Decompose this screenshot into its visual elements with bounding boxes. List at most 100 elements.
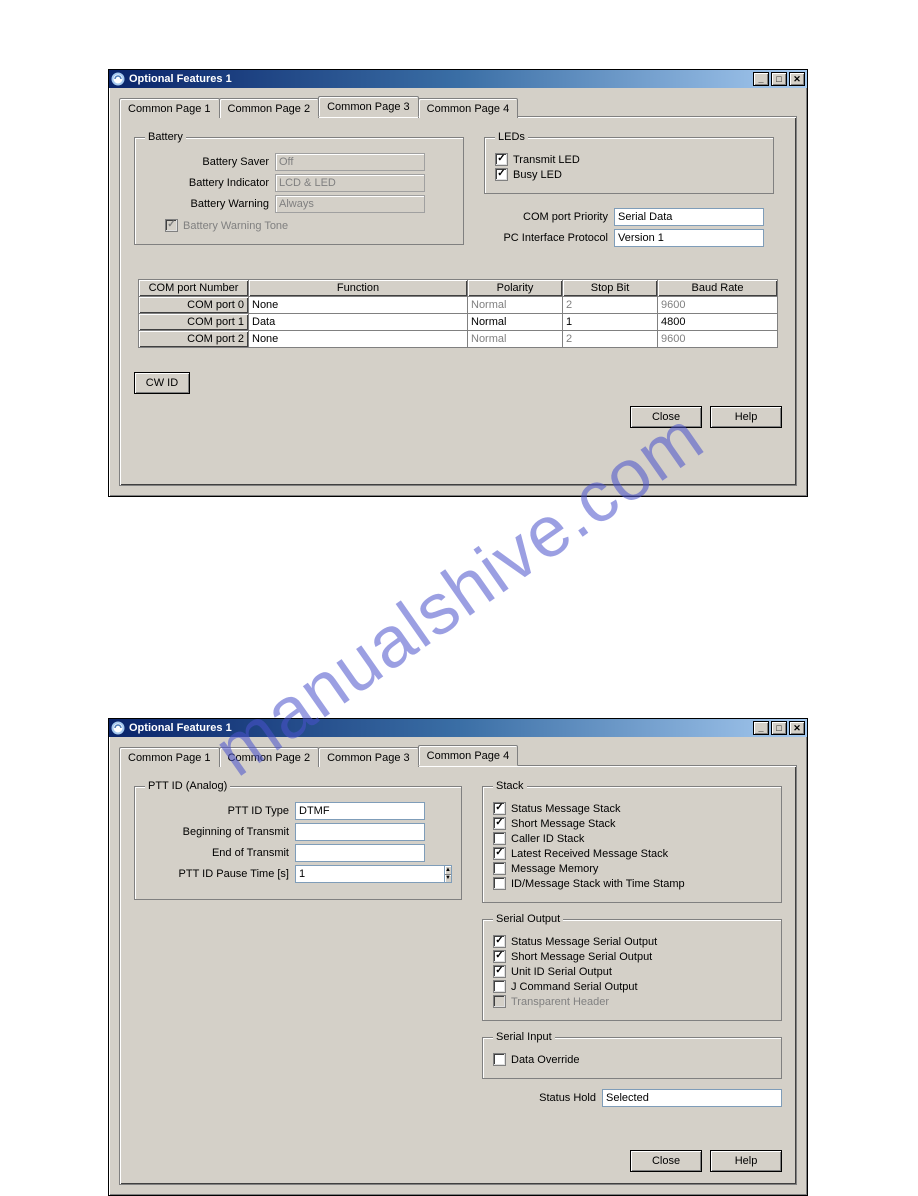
close-button[interactable]: Close [630,406,702,428]
spin-up-icon[interactable]: ▲ [445,866,451,875]
status-hold-field[interactable] [602,1089,782,1107]
serial-output-item-label-2: Unit ID Serial Output [511,966,612,978]
stack-item-checkbox-1[interactable]: Short Message Stack [493,817,771,830]
table-row: COM port 1DataNormal14800 [139,314,778,331]
cell-baud-rate: 9600 [658,297,778,314]
group-leds-legend: LEDs [495,131,528,143]
serial-output-item-checkbox-4: Transparent Header [493,995,771,1008]
stack-item-label-1: Short Message Stack [511,818,616,830]
app-icon [111,721,125,735]
battery-warning-field [275,195,425,213]
group-serial-output: Serial Output Status Message Serial Outp… [482,913,782,1021]
serial-output-item-checkbox-0[interactable]: Status Message Serial Output [493,935,771,948]
ptt-id-type-field[interactable] [295,802,425,820]
beginning-of-transmit-field[interactable] [295,823,425,841]
group-ptt-id: PTT ID (Analog) PTT ID Type Beginning of… [134,780,462,900]
stack-item-label-2: Caller ID Stack [511,833,584,845]
battery-indicator-field [275,174,425,192]
cell-stop-bit[interactable]: 1 [563,314,658,331]
serial-output-item-checkbox-1[interactable]: Short Message Serial Output [493,950,771,963]
end-of-transmit-field[interactable] [295,844,425,862]
group-serial-input: Serial Input Data Override [482,1031,782,1079]
com-port-priority-label: COM port Priority [484,211,614,223]
group-stack: Stack Status Message StackShort Message … [482,780,782,903]
stack-item-checkbox-2[interactable]: Caller ID Stack [493,832,771,845]
close-window-button[interactable]: ✕ [789,72,805,86]
cell-function[interactable]: None [249,331,468,348]
window-optional-features-1: Optional Features 1 _ □ ✕ Common Page 1 … [108,69,808,497]
battery-saver-label: Battery Saver [145,156,275,168]
battery-warning-tone-label: Battery Warning Tone [183,220,288,232]
battery-warning-label: Battery Warning [145,198,275,210]
cell-baud-rate[interactable]: 4800 [658,314,778,331]
com-port-table: COM port Number Function Polarity Stop B… [138,279,778,348]
battery-warning-tone-checkbox: Battery Warning Tone [165,219,453,232]
data-override-checkbox[interactable]: Data Override [493,1053,771,1066]
serial-output-item-checkbox-3[interactable]: J Command Serial Output [493,980,771,993]
tab-common-page-4[interactable]: Common Page 4 [418,745,519,766]
tab-strip: Common Page 1 Common Page 2 Common Page … [119,96,797,117]
stack-item-label-0: Status Message Stack [511,803,620,815]
tab-common-page-2[interactable]: Common Page 2 [219,747,320,767]
row-header: COM port 2 [139,331,249,348]
busy-led-checkbox[interactable]: Busy LED [495,168,763,181]
transmit-led-checkbox[interactable]: Transmit LED [495,153,763,166]
help-button[interactable]: Help [710,406,782,428]
app-icon [111,72,125,86]
col-polarity: Polarity [468,280,563,297]
ptt-id-pause-time-spinner[interactable]: ▲▼ [295,865,425,883]
status-hold-label: Status Hold [502,1092,602,1104]
battery-indicator-label: Battery Indicator [145,177,275,189]
ptt-id-pause-time-input[interactable] [295,865,444,883]
tab-common-page-2[interactable]: Common Page 2 [219,98,320,118]
stack-item-checkbox-3[interactable]: Latest Received Message Stack [493,847,771,860]
maximize-button[interactable]: □ [771,72,787,86]
row-header: COM port 0 [139,297,249,314]
tab-common-page-1[interactable]: Common Page 1 [119,98,220,118]
cell-baud-rate: 9600 [658,331,778,348]
group-serial-output-legend: Serial Output [493,913,563,925]
serial-output-item-label-4: Transparent Header [511,996,609,1008]
serial-output-item-label-0: Status Message Serial Output [511,936,657,948]
end-of-transmit-label: End of Transmit [145,847,295,859]
stack-item-checkbox-4[interactable]: Message Memory [493,862,771,875]
stack-item-label-4: Message Memory [511,863,598,875]
data-override-label: Data Override [511,1054,579,1066]
minimize-button[interactable]: _ [753,721,769,735]
ptt-id-type-label: PTT ID Type [145,805,295,817]
cell-function[interactable]: None [249,297,468,314]
minimize-button[interactable]: _ [753,72,769,86]
close-window-button[interactable]: ✕ [789,721,805,735]
stack-item-checkbox-0[interactable]: Status Message Stack [493,802,771,815]
cell-function[interactable]: Data [249,314,468,331]
tab-common-page-4[interactable]: Common Page 4 [418,98,519,118]
pc-interface-protocol-field[interactable] [614,229,764,247]
stack-item-checkbox-5[interactable]: ID/Message Stack with Time Stamp [493,877,771,890]
tab-common-page-1[interactable]: Common Page 1 [119,747,220,767]
table-row: COM port 0NoneNormal29600 [139,297,778,314]
serial-output-item-checkbox-2[interactable]: Unit ID Serial Output [493,965,771,978]
col-stop-bit: Stop Bit [563,280,658,297]
tab-panel: PTT ID (Analog) PTT ID Type Beginning of… [119,765,797,1185]
tab-strip: Common Page 1 Common Page 2 Common Page … [119,745,797,766]
row-header: COM port 1 [139,314,249,331]
serial-output-item-label-1: Short Message Serial Output [511,951,652,963]
group-battery-legend: Battery [145,131,186,143]
maximize-button[interactable]: □ [771,721,787,735]
battery-saver-field [275,153,425,171]
beginning-of-transmit-label: Beginning of Transmit [145,826,295,838]
spin-down-icon[interactable]: ▼ [445,875,451,883]
com-port-priority-field[interactable] [614,208,764,226]
window-title: Optional Features 1 [129,73,751,85]
tab-common-page-3[interactable]: Common Page 3 [318,96,419,117]
cell-polarity: Normal [468,331,563,348]
close-button[interactable]: Close [630,1150,702,1172]
window-title: Optional Features 1 [129,722,751,734]
cw-id-button[interactable]: CW ID [134,372,190,394]
table-row: COM port 2NoneNormal29600 [139,331,778,348]
cell-polarity[interactable]: Normal [468,314,563,331]
cell-stop-bit: 2 [563,297,658,314]
help-button[interactable]: Help [710,1150,782,1172]
group-ptt-id-legend: PTT ID (Analog) [145,780,230,792]
tab-common-page-3[interactable]: Common Page 3 [318,747,419,767]
